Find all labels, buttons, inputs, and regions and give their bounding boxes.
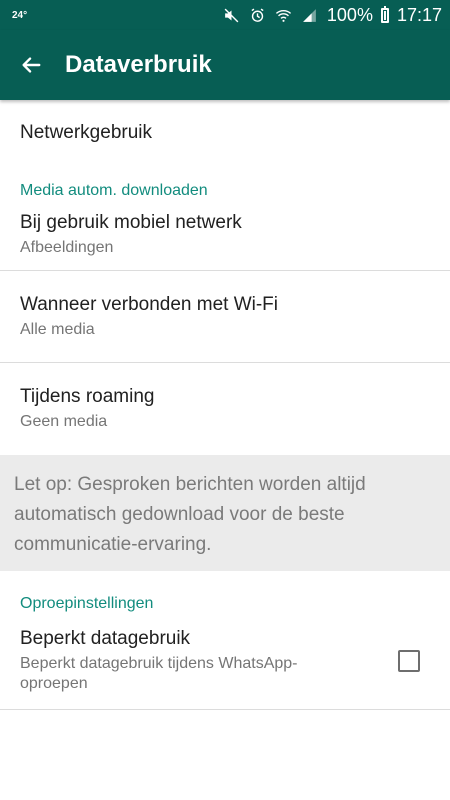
low-data-usage-text: Beperkt datagebruik Beperkt datagebruik … (20, 628, 398, 694)
media-auto-download-header: Media autom. downloaden (20, 182, 208, 199)
mobile-network-value: Afbeeldingen (20, 239, 114, 256)
wifi-item[interactable]: Wanneer verbonden met Wi-Fi Alle media (0, 271, 450, 362)
battery-icon (380, 5, 389, 23)
divider (0, 709, 450, 710)
voice-message-note: Let op: Gesproken berichten worden altij… (0, 455, 450, 571)
battery-percent: 100% (326, 4, 373, 25)
low-data-usage-item[interactable]: Beperkt datagebruik Beperkt datagebruik … (0, 613, 450, 709)
wifi-title: Wanneer verbonden met Wi-Fi (20, 293, 279, 315)
low-data-usage-description: Beperkt datagebruik tijdens WhatsApp-opr… (20, 655, 298, 692)
clock: 17:17 (396, 4, 442, 25)
wifi-icon (275, 6, 293, 24)
roaming-title: Tijdens roaming (20, 386, 155, 407)
status-icons: 100% 17:17 (223, 5, 442, 26)
alarm-icon (249, 6, 267, 24)
network-usage-item[interactable]: Netwerkgebruik (0, 100, 450, 166)
roaming-value: Geen media (20, 413, 108, 430)
mute-icon (223, 6, 241, 24)
temperature: 24° (12, 9, 28, 21)
back-arrow-icon[interactable] (18, 52, 44, 78)
wifi-value: Alle media (20, 320, 95, 338)
mobile-network-item[interactable]: Bij gebruik mobiel netwerk Afbeeldingen (0, 200, 450, 270)
network-usage-label: Netwerkgebruik (20, 122, 152, 143)
mobile-network-title: Bij gebruik mobiel netwerk (20, 212, 242, 233)
status-bar: 24° 100% 17:17 (0, 0, 450, 30)
app-bar: Dataverbruik (0, 30, 450, 100)
call-settings-header: Oproepinstellingen (20, 595, 154, 612)
signal-icon (301, 6, 319, 24)
low-data-usage-checkbox[interactable] (398, 650, 420, 672)
page-title: Dataverbruik (65, 51, 212, 78)
roaming-item[interactable]: Tijdens roaming Geen media (0, 363, 450, 455)
low-data-usage-title: Beperkt datagebruik (20, 628, 191, 649)
